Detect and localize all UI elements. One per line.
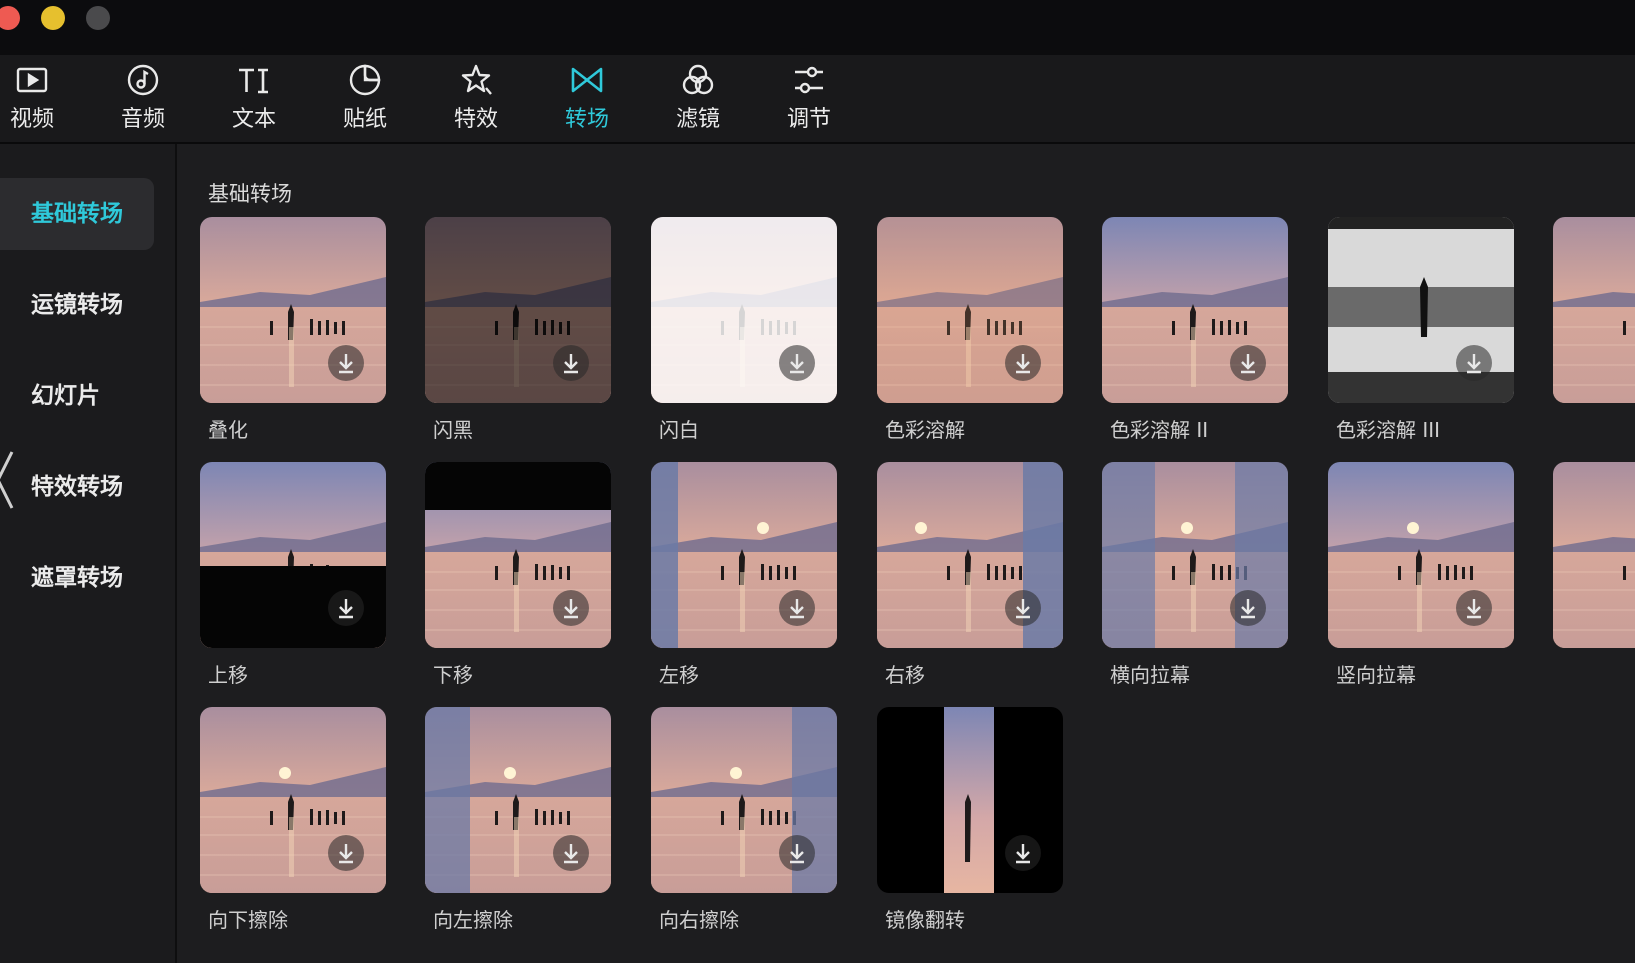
download-icon[interactable] bbox=[1005, 345, 1041, 381]
download-icon[interactable] bbox=[553, 835, 589, 871]
transition-card[interactable] bbox=[651, 217, 837, 403]
transition-card[interactable] bbox=[877, 217, 1063, 403]
sticker-icon bbox=[325, 63, 405, 99]
download-icon[interactable] bbox=[1230, 590, 1266, 626]
tool-filter-label: 滤镜 bbox=[675, 107, 720, 132]
transition-card[interactable] bbox=[200, 462, 386, 648]
tool-filter[interactable]: 滤镜 bbox=[658, 63, 738, 137]
transition-card-partial[interactable] bbox=[1553, 462, 1635, 648]
download-icon[interactable] bbox=[328, 345, 364, 381]
sidebar-item-slideshow[interactable]: 幻灯片 bbox=[0, 360, 154, 432]
download-icon[interactable] bbox=[553, 590, 589, 626]
adjust-icon bbox=[769, 63, 849, 99]
tool-adjust[interactable]: 调节 bbox=[769, 63, 849, 137]
tool-video-label: 视频 bbox=[9, 107, 54, 132]
transition-label: 竖向拉幕 bbox=[1336, 663, 1416, 687]
transition-label: 色彩溶解 bbox=[885, 418, 965, 442]
minimize-window-button[interactable] bbox=[41, 6, 65, 30]
transition-label: 向右擦除 bbox=[659, 908, 739, 932]
tool-audio[interactable]: 音频 bbox=[103, 63, 183, 137]
transition-card[interactable] bbox=[425, 707, 611, 893]
tool-audio-label: 音频 bbox=[120, 107, 165, 132]
transition-grid: 基础转场 叠化 闪黑 闪白 色彩溶解 色彩溶解 II 色彩溶解 III 上移 下… bbox=[177, 144, 1635, 963]
transition-label: 叠化 bbox=[208, 418, 248, 442]
transition-card[interactable] bbox=[877, 462, 1063, 648]
transition-label: 色彩溶解 III bbox=[1336, 418, 1441, 442]
download-icon[interactable] bbox=[779, 590, 815, 626]
audio-icon bbox=[103, 63, 183, 99]
filter-icon bbox=[658, 63, 738, 99]
download-icon[interactable] bbox=[328, 590, 364, 626]
transition-card[interactable] bbox=[651, 462, 837, 648]
transition-label: 镜像翻转 bbox=[885, 908, 965, 932]
tool-text[interactable]: 文本 bbox=[214, 63, 294, 137]
tool-sticker[interactable]: 贴纸 bbox=[325, 63, 405, 137]
download-icon[interactable] bbox=[779, 345, 815, 381]
tool-adjust-label: 调节 bbox=[786, 107, 831, 132]
download-icon[interactable] bbox=[553, 345, 589, 381]
sidebar-item-effect-transition[interactable]: 特效转场 bbox=[0, 451, 154, 523]
tool-effects[interactable]: 特效 bbox=[436, 63, 516, 137]
transition-card[interactable] bbox=[877, 707, 1063, 893]
download-icon[interactable] bbox=[1230, 345, 1266, 381]
transition-card[interactable] bbox=[1328, 462, 1514, 648]
transition-card-partial[interactable] bbox=[1553, 217, 1635, 403]
transition-label: 横向拉幕 bbox=[1110, 663, 1190, 687]
tool-transition-label: 转场 bbox=[564, 107, 609, 132]
sidebar-item-mask-transition[interactable]: 遮罩转场 bbox=[0, 542, 154, 614]
transition-icon bbox=[547, 63, 627, 99]
download-icon[interactable] bbox=[328, 835, 364, 871]
effects-icon bbox=[436, 63, 516, 99]
transition-card[interactable] bbox=[200, 707, 386, 893]
transition-label: 向左擦除 bbox=[433, 908, 513, 932]
transition-label: 闪黑 bbox=[433, 418, 473, 442]
tool-video[interactable]: 视频 bbox=[0, 63, 72, 137]
transition-card[interactable] bbox=[1328, 217, 1514, 403]
zoom-window-button[interactable] bbox=[86, 6, 110, 30]
tool-sticker-label: 贴纸 bbox=[342, 107, 387, 132]
download-icon[interactable] bbox=[779, 835, 815, 871]
text-icon bbox=[214, 63, 294, 99]
download-icon[interactable] bbox=[1005, 835, 1041, 871]
transition-card[interactable] bbox=[425, 462, 611, 648]
transition-card[interactable] bbox=[1102, 462, 1288, 648]
transition-label: 下移 bbox=[433, 663, 473, 687]
transition-label: 色彩溶解 II bbox=[1110, 418, 1209, 442]
sidebar-item-camera-transition[interactable]: 运镜转场 bbox=[0, 269, 154, 341]
main-toolbar: 视频 音频 文本 贴纸 特效 转场 滤镜 调节 bbox=[0, 55, 1635, 144]
tool-transition[interactable]: 转场 bbox=[547, 63, 627, 137]
tool-text-label: 文本 bbox=[231, 107, 276, 132]
video-icon bbox=[0, 63, 72, 99]
tool-effects-label: 特效 bbox=[453, 107, 498, 132]
transition-label: 左移 bbox=[659, 663, 699, 687]
transition-card[interactable] bbox=[425, 217, 611, 403]
download-icon[interactable] bbox=[1456, 345, 1492, 381]
collapse-arrow-icon[interactable] bbox=[0, 450, 16, 510]
close-window-button[interactable] bbox=[0, 6, 20, 30]
category-sidebar: 基础转场 运镜转场 幻灯片 特效转场 遮罩转场 bbox=[0, 144, 177, 963]
download-icon[interactable] bbox=[1005, 590, 1041, 626]
transition-label: 右移 bbox=[885, 663, 925, 687]
transition-label: 上移 bbox=[208, 663, 248, 687]
transition-label: 向下擦除 bbox=[208, 908, 288, 932]
transition-label: 闪白 bbox=[659, 418, 699, 442]
title-bar bbox=[0, 0, 1635, 55]
transition-card[interactable] bbox=[1102, 217, 1288, 403]
section-title: 基础转场 bbox=[208, 182, 292, 206]
download-icon[interactable] bbox=[1456, 590, 1492, 626]
transition-card[interactable] bbox=[200, 217, 386, 403]
sidebar-item-basic-transition[interactable]: 基础转场 bbox=[0, 178, 154, 250]
transition-card[interactable] bbox=[651, 707, 837, 893]
